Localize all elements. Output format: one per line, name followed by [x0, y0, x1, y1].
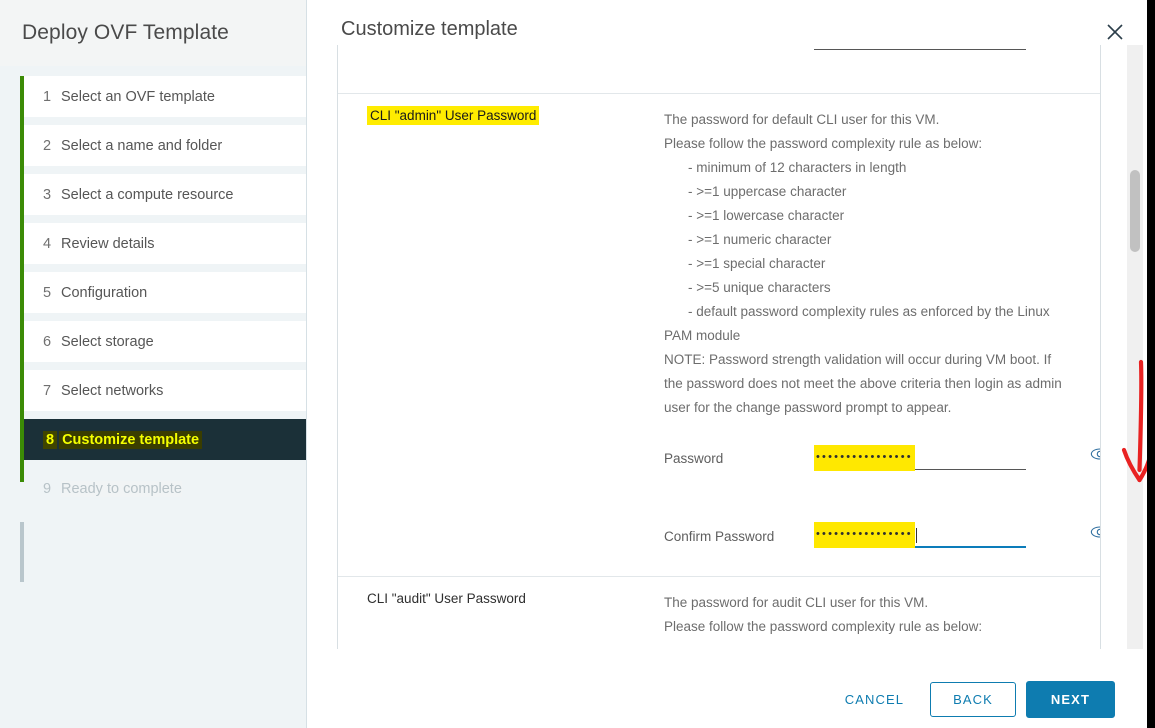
- step-label: Select a name and folder: [61, 138, 222, 154]
- clipped-confirm-password-label: Confirm Password: [664, 45, 814, 46]
- step-label: Select networks: [61, 383, 163, 399]
- scrollbar-thumb[interactable]: [1130, 170, 1140, 252]
- property-row-clipped: Confirm Password •••••••••••••••: [338, 45, 1100, 94]
- step-label: Select storage: [61, 334, 154, 350]
- vertical-scrollbar[interactable]: [1127, 45, 1143, 649]
- description-line: Please follow the password complexity ru…: [664, 615, 1070, 639]
- sidebar-item-configuration[interactable]: 5 Configuration: [24, 272, 306, 313]
- step-number: 4: [43, 236, 61, 252]
- sidebar-header: Deploy OVF Template: [0, 0, 306, 66]
- sidebar-item-customize-template[interactable]: 8 Customize template: [24, 419, 306, 460]
- step-label: Configuration: [61, 285, 147, 301]
- deploy-ovf-template-wizard: Deploy OVF Template 1 Select an OVF temp…: [0, 0, 1155, 728]
- step-number: 8: [43, 431, 57, 449]
- password-field-group: Password ••••••••••••••••: [664, 446, 1070, 470]
- property-row-cli-audit-password: CLI "audit" User Password The password f…: [338, 577, 1100, 649]
- close-icon[interactable]: [1105, 22, 1125, 42]
- step-number: 2: [43, 138, 61, 154]
- confirm-password-label: Confirm Password: [664, 529, 814, 544]
- eye-icon[interactable]: [1090, 447, 1101, 461]
- rule-item: - minimum of 12 characters in length: [664, 156, 1070, 180]
- cli-audit-user-password-label: CLI "audit" User Password: [367, 591, 526, 606]
- step-number: 1: [43, 89, 61, 105]
- rule-item: - >=1 numeric character: [664, 228, 1070, 252]
- step-label: Customize template: [59, 431, 202, 449]
- property-value: The password for default CLI user for th…: [634, 94, 1100, 576]
- cli-admin-user-password-label: CLI "admin" User Password: [367, 106, 539, 125]
- page-right-edge: [1147, 0, 1155, 728]
- confirm-password-field-group: Confirm Password ••••••••••••••••: [664, 524, 1070, 548]
- sidebar-item-select-compute-resource[interactable]: 3 Select a compute resource: [24, 174, 306, 215]
- property-value: The password for audit CLI user for this…: [634, 577, 1100, 649]
- sidebar-item-select-storage[interactable]: 6 Select storage: [24, 321, 306, 362]
- step-label: Select a compute resource: [61, 187, 233, 203]
- rule-item: - >=1 special character: [664, 252, 1070, 276]
- text-caret: [916, 528, 917, 543]
- back-button[interactable]: BACK: [930, 682, 1016, 717]
- description-line: The password for audit CLI user for this…: [664, 591, 1070, 615]
- description-line: The password for default CLI user for th…: [664, 108, 1070, 132]
- rule-item: - >=1 uppercase character: [664, 180, 1070, 204]
- step-number: 9: [43, 481, 61, 497]
- password-masked-value: ••••••••••••••••: [814, 522, 915, 548]
- page-title: Deploy OVF Template: [22, 21, 229, 45]
- next-button[interactable]: NEXT: [1026, 681, 1115, 718]
- cancel-button[interactable]: CANCEL: [829, 684, 920, 715]
- step-number: 3: [43, 187, 61, 203]
- property-key: CLI "admin" User Password: [338, 94, 634, 576]
- main-panel: Customize template Confirm Password ••••…: [307, 0, 1147, 728]
- sidebar-item-select-networks[interactable]: 7 Select networks: [24, 370, 306, 411]
- description-note: NOTE: Password strength validation will …: [664, 348, 1070, 420]
- password-masked-value: ••••••••••••••••: [814, 445, 915, 471]
- property-key: CLI "audit" User Password: [338, 577, 634, 649]
- password-label: Password: [664, 451, 814, 466]
- step-number: 7: [43, 383, 61, 399]
- main-title: Customize template: [341, 18, 518, 41]
- wizard-sidebar: Deploy OVF Template 1 Select an OVF temp…: [0, 0, 307, 728]
- password-input[interactable]: ••••••••••••••••: [814, 446, 1026, 470]
- customize-template-properties: Confirm Password •••••••••••••••: [337, 45, 1101, 649]
- sidebar-item-select-name-and-folder[interactable]: 2 Select a name and folder: [24, 125, 306, 166]
- step-label: Select an OVF template: [61, 89, 215, 105]
- property-row-cli-admin-password: CLI "admin" User Password The password f…: [338, 94, 1100, 577]
- sidebar-item-ready-to-complete: 9 Ready to complete: [24, 468, 306, 509]
- password-masked-value: •••••••••••••••: [814, 45, 905, 49]
- description-line: Please follow the password complexity ru…: [664, 132, 1070, 156]
- step-label: Ready to complete: [61, 481, 182, 497]
- wizard-step-list: 1 Select an OVF template 2 Select a name…: [0, 66, 306, 509]
- sidebar-item-review-details[interactable]: 4 Review details: [24, 223, 306, 264]
- main-header: Customize template: [307, 0, 1147, 46]
- wizard-footer: CANCEL BACK NEXT: [0, 681, 1147, 718]
- step-number: 5: [43, 285, 61, 301]
- wizard-progress-rail-remaining: [20, 522, 24, 582]
- step-number: 6: [43, 334, 61, 350]
- rule-item: - >=1 lowercase character: [664, 204, 1070, 228]
- rule-item-continuation: PAM module: [664, 324, 1070, 348]
- confirm-password-input[interactable]: ••••••••••••••••: [814, 524, 1026, 548]
- clipped-confirm-password-input[interactable]: •••••••••••••••: [814, 45, 1026, 50]
- sidebar-item-select-ovf-template[interactable]: 1 Select an OVF template: [24, 76, 306, 117]
- eye-icon[interactable]: [1090, 525, 1101, 539]
- step-label: Review details: [61, 236, 155, 252]
- rule-item: - default password complexity rules as e…: [664, 300, 1070, 324]
- rule-item: - >=5 unique characters: [664, 276, 1070, 300]
